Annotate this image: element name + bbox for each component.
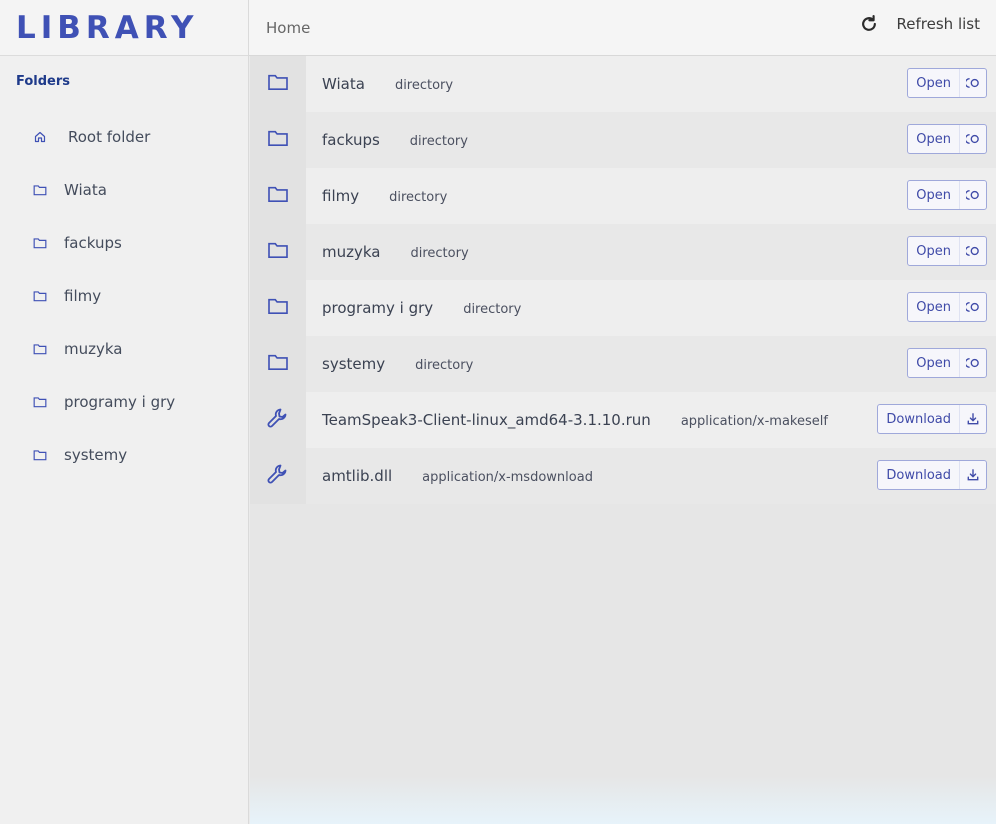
file-name[interactable]: programy i gry xyxy=(322,299,433,317)
folder-icon xyxy=(33,395,47,409)
folder-icon xyxy=(267,353,289,375)
folder-list: Root folder Wiata fackups filmy muzyka p… xyxy=(0,110,248,481)
sidebar-item-label: Root folder xyxy=(68,127,151,146)
row-icon-cell xyxy=(250,448,306,504)
row-icon-cell xyxy=(250,112,306,168)
row-icon-cell xyxy=(250,224,306,280)
open-button-label: Open xyxy=(916,131,951,147)
file-name[interactable]: TeamSpeak3-Client-linux_amd64-3.1.10.run xyxy=(322,411,651,429)
open-icon xyxy=(959,293,986,321)
file-list: Wiata directory Open fackups directory O… xyxy=(250,56,996,504)
file-type: directory xyxy=(415,358,474,373)
folder-icon xyxy=(267,241,289,263)
file-list-panel: Wiata directory Open fackups directory O… xyxy=(250,56,996,824)
download-icon xyxy=(959,405,986,433)
file-type: directory xyxy=(463,302,522,317)
refresh-list-label: Refresh list xyxy=(896,15,980,33)
open-icon xyxy=(959,349,986,377)
open-button[interactable]: Open xyxy=(907,348,987,378)
download-button-label: Download xyxy=(886,411,951,427)
file-type: directory xyxy=(409,134,468,149)
logo-area: LIBRARY xyxy=(0,0,248,56)
home-icon xyxy=(33,130,47,144)
download-button[interactable]: Download xyxy=(877,404,987,434)
file-name[interactable]: filmy xyxy=(322,187,359,205)
open-button-label: Open xyxy=(916,299,951,315)
open-button[interactable]: Open xyxy=(907,180,987,210)
folder-icon xyxy=(33,236,47,250)
file-name[interactable]: Wiata xyxy=(322,75,365,93)
open-icon xyxy=(959,69,986,97)
file-type: application/x-makeself xyxy=(680,414,828,429)
open-button-label: Open xyxy=(916,187,951,203)
open-button[interactable]: Open xyxy=(907,236,987,266)
folder-icon xyxy=(33,183,47,197)
sidebar-item-label: filmy xyxy=(64,286,102,305)
row-icon-cell xyxy=(250,168,306,224)
sidebar-item-label: systemy xyxy=(64,445,128,464)
topbar: Home Refresh list xyxy=(249,0,996,56)
file-row[interactable]: TeamSpeak3-Client-linux_amd64-3.1.10.run… xyxy=(250,392,996,448)
file-name[interactable]: systemy xyxy=(322,355,385,373)
app-window: LIBRARY Folders Root folder Wiata fackup xyxy=(0,0,996,824)
wrench-icon xyxy=(266,406,290,434)
sidebar-item-muzyka[interactable]: muzyka xyxy=(0,322,248,375)
folders-heading: Folders xyxy=(16,74,71,89)
sidebar-item-root-folder[interactable]: Root folder xyxy=(0,110,248,163)
bottom-fade xyxy=(250,776,996,824)
sidebar-item-label: Wiata xyxy=(64,180,107,199)
folder-icon xyxy=(33,448,47,462)
sidebar-item-programy-i-gry[interactable]: programy i gry xyxy=(0,375,248,428)
sidebar-item-systemy[interactable]: systemy xyxy=(0,428,248,481)
file-type: application/x-msdownload xyxy=(422,470,593,485)
file-row[interactable]: amtlib.dll application/x-msdownload Downl… xyxy=(250,448,996,504)
sidebar-item-label: programy i gry xyxy=(64,392,176,411)
file-type: directory xyxy=(410,246,469,261)
open-button[interactable]: Open xyxy=(907,68,987,98)
folder-icon xyxy=(267,129,289,151)
file-name[interactable]: fackups xyxy=(322,131,380,149)
open-button[interactable]: Open xyxy=(907,292,987,322)
row-icon-cell xyxy=(250,56,306,112)
folder-icon xyxy=(33,289,47,303)
folder-icon xyxy=(267,185,289,207)
refresh-list-button[interactable]: Refresh list xyxy=(859,14,980,34)
open-button-label: Open xyxy=(916,355,951,371)
folder-icon xyxy=(267,297,289,319)
file-name[interactable]: amtlib.dll xyxy=(322,467,392,485)
wrench-icon xyxy=(266,462,290,490)
file-row[interactable]: systemy directory Open xyxy=(250,336,996,392)
open-icon xyxy=(959,181,986,209)
open-icon xyxy=(959,125,986,153)
sidebar-item-filmy[interactable]: filmy xyxy=(0,269,248,322)
sidebar-item-label: muzyka xyxy=(64,339,123,358)
file-type: directory xyxy=(389,190,448,205)
open-button[interactable]: Open xyxy=(907,124,987,154)
folder-icon xyxy=(33,342,47,356)
file-row[interactable]: muzyka directory Open xyxy=(250,224,996,280)
row-icon-cell xyxy=(250,392,306,448)
sidebar-item-fackups[interactable]: fackups xyxy=(0,216,248,269)
download-button[interactable]: Download xyxy=(877,460,987,490)
file-row[interactable]: Wiata directory Open xyxy=(250,56,996,112)
breadcrumb-home[interactable]: Home xyxy=(266,19,310,37)
file-row[interactable]: fackups directory Open xyxy=(250,112,996,168)
download-button-label: Download xyxy=(886,467,951,483)
sidebar-item-label: fackups xyxy=(64,233,122,252)
folder-icon xyxy=(267,73,289,95)
sidebar-item-wiata[interactable]: Wiata xyxy=(0,163,248,216)
file-name[interactable]: muzyka xyxy=(322,243,380,261)
row-icon-cell xyxy=(250,280,306,336)
download-icon xyxy=(959,461,986,489)
row-icon-cell xyxy=(250,336,306,392)
sidebar: LIBRARY Folders Root folder Wiata fackup xyxy=(0,0,249,824)
open-button-label: Open xyxy=(916,75,951,91)
refresh-icon xyxy=(859,14,879,34)
file-row[interactable]: filmy directory Open xyxy=(250,168,996,224)
open-button-label: Open xyxy=(916,243,951,259)
app-logo[interactable]: LIBRARY xyxy=(16,10,198,46)
file-row[interactable]: programy i gry directory Open xyxy=(250,280,996,336)
open-icon xyxy=(959,237,986,265)
file-type: directory xyxy=(394,78,454,93)
